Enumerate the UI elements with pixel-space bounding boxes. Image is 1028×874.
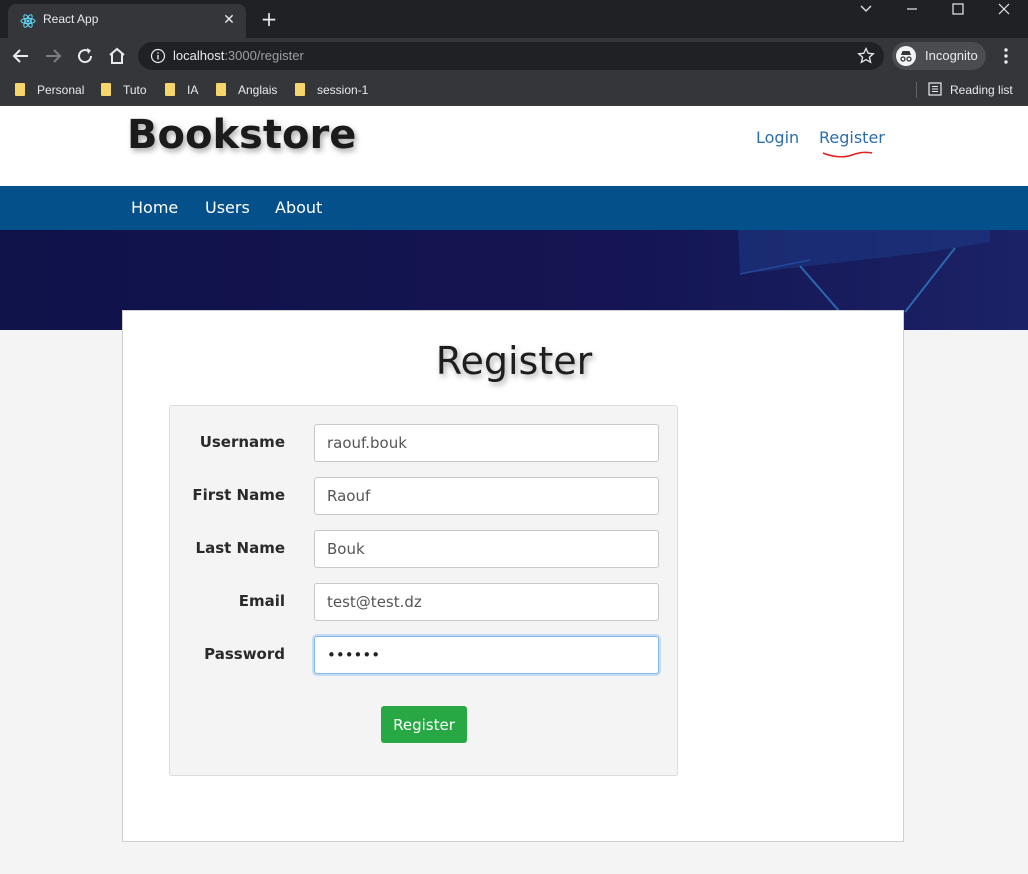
folder-icon <box>15 83 25 96</box>
first-name-label: First Name <box>192 486 285 504</box>
url-host: localhost <box>173 48 225 63</box>
bookmark-label: Personal <box>37 83 85 97</box>
web-page: Bookstore Login Register Home Users Abou… <box>0 106 1028 874</box>
register-submit-button[interactable]: Register <box>381 706 467 743</box>
profile-label: Incognito <box>925 48 978 63</box>
username-input[interactable] <box>314 424 659 462</box>
last-name-input[interactable] <box>314 530 659 568</box>
register-form: Username First Name Last Name Email Pass… <box>169 405 678 776</box>
back-arrow-icon[interactable] <box>9 44 33 68</box>
nav-home[interactable]: Home <box>131 198 178 217</box>
tab-title: React App <box>43 12 99 26</box>
password-label: Password <box>204 645 285 663</box>
bookmark-folder-session-1[interactable]: session-1 <box>295 80 368 100</box>
bookmarks-bar: Personal Tuto IA Anglais session-1 Readi… <box>0 74 1028 106</box>
handwritten-underline-mark <box>822 151 873 158</box>
site-header: Bookstore Login Register <box>0 106 1028 186</box>
email-input[interactable] <box>314 583 659 621</box>
reload-icon[interactable] <box>73 44 97 68</box>
username-row: Username <box>170 424 679 462</box>
folder-icon <box>165 83 175 96</box>
minimize-icon[interactable] <box>889 0 935 20</box>
address-bar[interactable]: localhost:3000/register <box>138 42 884 70</box>
email-label: Email <box>238 592 285 610</box>
react-logo-icon <box>20 14 36 28</box>
reading-list-icon <box>928 82 942 96</box>
login-link[interactable]: Login <box>756 128 799 147</box>
reading-list-button[interactable]: Reading list <box>928 80 1013 100</box>
password-row: Password <box>170 636 679 674</box>
close-tab-icon[interactable]: ✕ <box>220 11 238 29</box>
browser-toolbar: localhost:3000/register Incognito <box>0 38 1028 74</box>
new-tab-icon[interactable]: + <box>258 9 280 31</box>
incognito-icon <box>896 46 916 66</box>
last-name-row: Last Name <box>170 530 679 568</box>
first-name-row: First Name <box>170 477 679 515</box>
browser-tab-strip: React App ✕ + <box>0 0 1028 38</box>
reading-list-label: Reading list <box>950 83 1013 97</box>
home-icon[interactable] <box>105 44 129 68</box>
browser-menu-icon[interactable] <box>996 44 1016 68</box>
register-card: Register Username First Name Last Name E… <box>122 310 904 842</box>
site-info-icon[interactable] <box>150 48 166 64</box>
nav-about[interactable]: About <box>275 198 322 217</box>
bookmark-folder-personal[interactable]: Personal <box>15 80 84 100</box>
password-input[interactable] <box>314 636 659 674</box>
username-label: Username <box>199 433 285 451</box>
first-name-input[interactable] <box>314 477 659 515</box>
folder-icon <box>101 83 111 96</box>
bookmark-label: session-1 <box>317 83 369 97</box>
bookmark-label: IA <box>187 83 199 97</box>
main-navigation: Home Users About <box>0 186 1028 230</box>
url-text: localhost:3000/register <box>173 48 304 63</box>
email-row: Email <box>170 583 679 621</box>
register-heading: Register <box>435 339 593 383</box>
folder-icon <box>295 83 305 96</box>
window-close-icon[interactable] <box>981 0 1027 20</box>
tab-search-icon[interactable] <box>843 0 889 20</box>
bookmark-folder-ia[interactable]: IA <box>165 80 198 100</box>
register-link[interactable]: Register <box>819 128 885 147</box>
maximize-icon[interactable] <box>935 0 981 20</box>
bookmark-label: Tuto <box>123 83 147 97</box>
url-path: :3000/register <box>224 48 304 63</box>
bookmark-label: Anglais <box>238 83 278 97</box>
brand-logo-text[interactable]: Bookstore <box>127 112 356 158</box>
bookmark-star-icon[interactable] <box>856 46 876 66</box>
bookmark-folder-tuto[interactable]: Tuto <box>101 80 147 100</box>
folder-icon <box>216 83 226 96</box>
nav-users[interactable]: Users <box>205 198 250 217</box>
bookmarks-divider <box>916 82 917 98</box>
browser-tab[interactable]: React App ✕ <box>8 4 246 38</box>
forward-arrow-icon[interactable] <box>41 44 65 68</box>
bookmark-folder-anglais[interactable]: Anglais <box>216 80 277 100</box>
incognito-profile-button[interactable]: Incognito <box>892 42 986 70</box>
last-name-label: Last Name <box>195 539 285 557</box>
